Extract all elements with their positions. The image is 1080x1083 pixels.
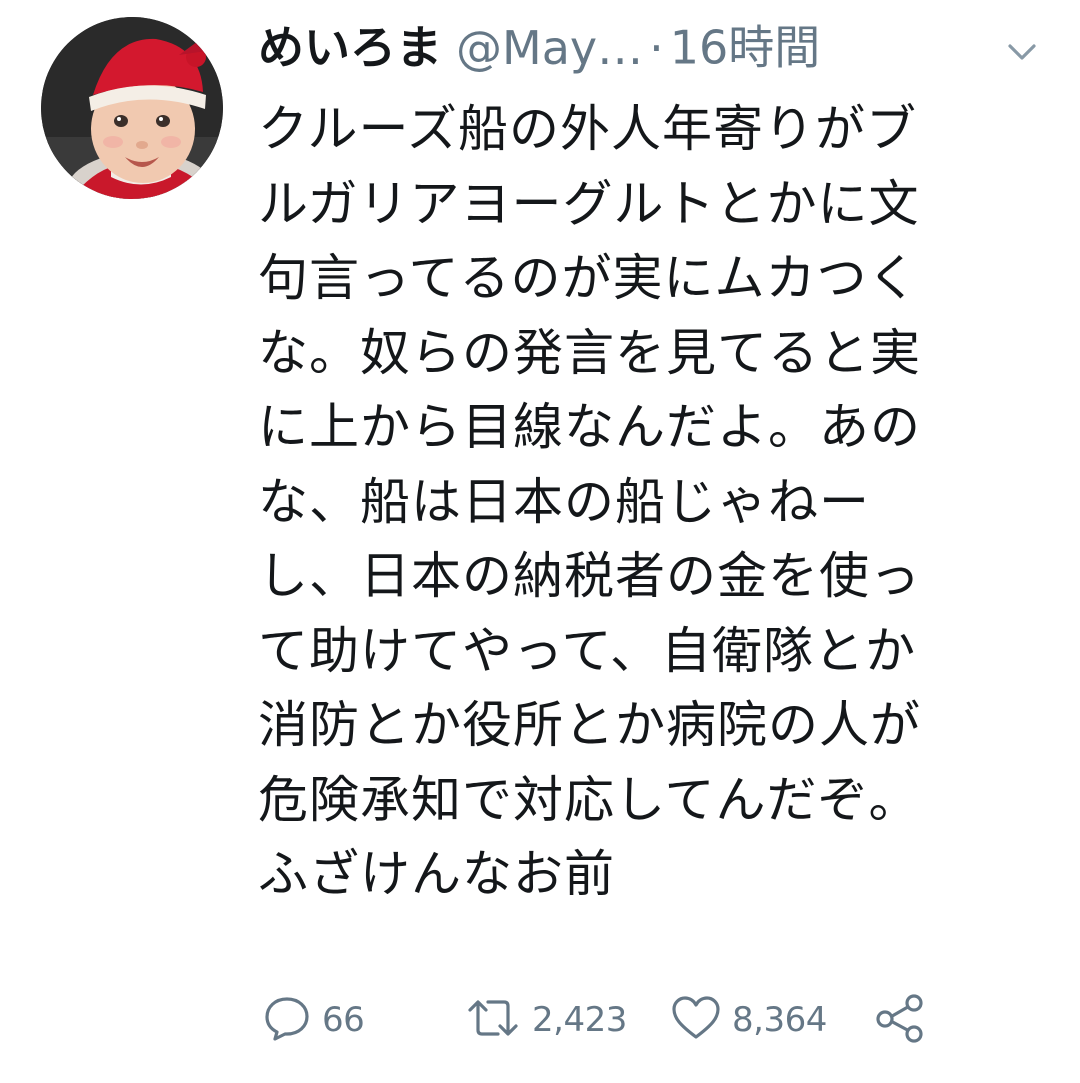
tweet-card: めいろま @May… · 16時間 クルーズ船の外人年寄りがブ ルガリアヨーグルトとか… [0,0,1080,1083]
tweet-text-line: な、船は日本の船じゃねー [258,472,870,531]
retweet-count: 2,423 [532,1000,627,1040]
heart-icon [670,994,722,1046]
separator-dot: · [649,20,664,75]
share-button[interactable] [874,990,928,1050]
tweet-text: クルーズ船の外人年寄りがブ ルガリアヨーグルトとかに文 句言ってるのが実にムカつ… [258,92,1028,912]
timestamp[interactable]: 16時間 [670,21,821,75]
like-count: 8,364 [732,1000,827,1040]
tweet-text-line: し、日本の納税者の金を使っ [258,547,921,605]
user-handle[interactable]: @May… [456,21,643,75]
like-button[interactable]: 8,364 [670,990,827,1050]
tweet-header: めいろま @May… · 16時間 [258,14,1058,84]
tweet-text-line: に上から目線なんだよ。あの [258,398,921,456]
tweet-text-line: クルーズ船の外人年寄りがブ [258,100,917,158]
retweet-button[interactable]: 2,423 [464,990,627,1050]
reply-bubble-icon [262,994,312,1046]
tweet-text-line: ルガリアヨーグルトとかに文 [258,174,920,233]
avatar[interactable] [41,17,223,199]
tweet-text-line: 消防とか役所とか病院の人が [258,696,921,754]
chevron-down-icon[interactable] [1004,32,1040,68]
reply-count: 66 [322,1000,365,1040]
tweet-text-line: ふざけんなお前 [258,845,615,903]
baby-santa-hat-avatar-icon [41,17,223,199]
action-bar: 66 2,423 8,364 [262,990,962,1050]
tweet-text-line: 句言ってるのが実にムカつく [258,249,919,307]
share-icon [874,993,928,1047]
retweet-icon [464,994,522,1046]
display-name[interactable]: めいろま [258,21,442,75]
reply-button[interactable]: 66 [262,990,365,1050]
tweet-text-line: な。奴らの発言を見てると実 [258,323,921,382]
tweet-text-line: て助けてやって、自衛隊とか [258,621,916,680]
tweet-text-line: 危険承知で対応してんだぞ。 [258,770,920,829]
